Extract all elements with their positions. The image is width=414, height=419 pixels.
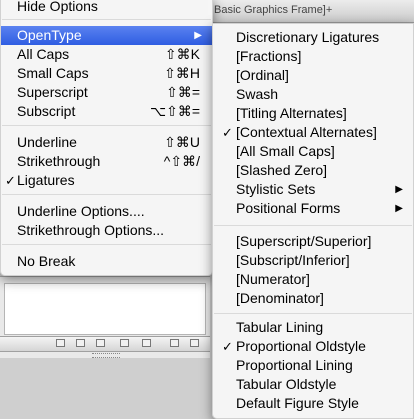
checkmark-icon: ✓ xyxy=(222,339,233,354)
panel-list-area xyxy=(4,283,206,335)
menu-item-label: [Fractions] xyxy=(236,48,302,64)
menu-item-label: Tabular Lining xyxy=(236,319,324,335)
menu-item-label: Hide Options xyxy=(17,0,98,14)
menu-item-positional-forms[interactable]: Positional Forms ▶ xyxy=(213,199,413,218)
panel-lower-area xyxy=(0,358,210,419)
menu-item-label: Discretionary Ligatures xyxy=(236,29,380,45)
menu-item-superscript-superior[interactable]: [Superscript/Superior] xyxy=(213,232,413,251)
menu-separator xyxy=(2,244,211,245)
menu-item-opentype[interactable]: OpenType ▶ xyxy=(1,26,212,45)
menu-item-discretionary-ligatures[interactable]: Discretionary Ligatures xyxy=(213,28,413,47)
menu-item-label: Ligatures xyxy=(17,172,75,188)
menu-item-proportional-lining[interactable]: Proportional Lining xyxy=(213,356,413,375)
menu-separator xyxy=(2,194,211,195)
menu-item-label: [Numerator] xyxy=(236,271,310,287)
menu-item-label: [Subscript/Inferior] xyxy=(236,252,350,268)
menu-item-label: Strikethrough xyxy=(17,153,101,169)
document-title: Basic Graphics Frame]+ xyxy=(214,4,333,16)
menu-item-label: [Titling Alternates] xyxy=(236,105,347,121)
menu-item-label: Swash xyxy=(236,86,279,102)
menu-item-label: Proportional Oldstyle xyxy=(236,338,366,354)
menu-item-subscript-inferior[interactable]: [Subscript/Inferior] xyxy=(213,251,413,270)
keyboard-shortcut: ⇧⌘K xyxy=(164,46,200,62)
checkmark-icon: ✓ xyxy=(222,125,233,140)
menu-item-label: Stylistic Sets xyxy=(236,181,316,197)
menu-item-denominator[interactable]: [Denominator] xyxy=(213,289,413,308)
menu-item-label: [Ordinal] xyxy=(236,67,289,83)
keyboard-shortcut: ⇧⌘H xyxy=(164,65,200,81)
menu-item-underline-options[interactable]: Underline Options.... xyxy=(1,202,212,221)
menu-item-label: [Slashed Zero] xyxy=(236,162,328,178)
menu-item-label: Strikethrough Options... xyxy=(17,222,165,238)
menu-item-label: Superscript xyxy=(17,84,88,100)
menu-separator xyxy=(2,125,211,126)
keyboard-shortcut: ^⇧⌘/ xyxy=(163,153,200,169)
checkmark-icon: ✓ xyxy=(5,173,16,188)
menu-item-all-caps[interactable]: All Caps ⇧⌘K xyxy=(1,45,212,64)
menu-item-subscript[interactable]: Subscript ⌥⇧⌘= xyxy=(1,102,212,121)
menu-item-label: [All Small Caps] xyxy=(236,143,335,159)
menu-item-swash[interactable]: Swash xyxy=(213,85,413,104)
menu-item-tabular-lining[interactable]: Tabular Lining xyxy=(213,318,413,337)
menu-item-label: Default Figure Style xyxy=(236,395,359,411)
menu-separator xyxy=(214,313,412,314)
menu-item-label: [Denominator] xyxy=(236,290,324,306)
menu-separator xyxy=(2,19,211,20)
menu-item-small-caps[interactable]: Small Caps ⇧⌘H xyxy=(1,64,212,83)
menu-item-label: Positional Forms xyxy=(236,200,341,216)
keyboard-shortcut: ⇧⌘U xyxy=(164,134,200,150)
menu-item-contextual-alternates[interactable]: ✓ [Contextual Alternates] xyxy=(213,123,413,142)
menu-item-hide-options[interactable]: Hide Options xyxy=(1,0,212,16)
menu-item-proportional-oldstyle[interactable]: ✓ Proportional Oldstyle xyxy=(213,337,413,356)
menu-item-label: Proportional Lining xyxy=(236,357,353,373)
menu-item-stylistic-sets[interactable]: Stylistic Sets ▶ xyxy=(213,180,413,199)
menu-item-strikethrough[interactable]: Strikethrough ^⇧⌘/ xyxy=(1,152,212,171)
menu-item-ligatures[interactable]: ✓ Ligatures xyxy=(1,171,212,190)
new-folder-icon[interactable] xyxy=(56,339,65,347)
options-icon[interactable] xyxy=(190,339,199,347)
menu-item-default-figure-style[interactable]: Default Figure Style xyxy=(213,394,413,413)
submenu-arrow-icon: ▶ xyxy=(395,184,403,195)
opentype-submenu: Discretionary Ligatures [Fractions] [Ord… xyxy=(212,23,414,419)
menu-item-strikethrough-options[interactable]: Strikethrough Options... xyxy=(1,221,212,240)
character-options-menu: Hide Options OpenType ▶ All Caps ⇧⌘K Sma… xyxy=(0,0,213,276)
menu-item-underline[interactable]: Underline ⇧⌘U xyxy=(1,133,212,152)
menu-item-label: Subscript xyxy=(17,103,76,119)
menu-item-no-break[interactable]: No Break xyxy=(1,252,212,271)
trash-icon[interactable] xyxy=(170,339,179,347)
menu-item-titling-alternates[interactable]: [Titling Alternates] xyxy=(213,104,413,123)
keyboard-shortcut: ⌥⇧⌘= xyxy=(149,103,200,119)
menu-item-label: [Superscript/Superior] xyxy=(236,233,372,249)
menu-item-tabular-oldstyle[interactable]: Tabular Oldstyle xyxy=(213,375,413,394)
menu-item-fractions[interactable]: [Fractions] xyxy=(213,47,413,66)
menu-item-label: Tabular Oldstyle xyxy=(236,376,337,392)
submenu-arrow-icon: ▶ xyxy=(395,203,403,214)
menu-item-label: Underline xyxy=(17,134,77,150)
keyboard-shortcut: ⇧⌘= xyxy=(166,84,200,100)
menu-item-label: All Caps xyxy=(17,46,70,62)
menu-item-slashed-zero[interactable]: [Slashed Zero] xyxy=(213,161,413,180)
menu-item-label: Underline Options.... xyxy=(17,203,145,219)
grid-icon[interactable] xyxy=(96,339,105,347)
load-icon[interactable] xyxy=(76,339,85,347)
menu-item-label: OpenType xyxy=(17,27,82,43)
new-item-icon[interactable] xyxy=(120,339,129,347)
menu-separator xyxy=(214,225,412,226)
menu-item-label: [Contextual Alternates] xyxy=(236,124,377,140)
menu-item-numerator[interactable]: [Numerator] xyxy=(213,270,413,289)
menu-item-all-small-caps[interactable]: [All Small Caps] xyxy=(213,142,413,161)
menu-item-superscript[interactable]: Superscript ⇧⌘= xyxy=(1,83,212,102)
submenu-arrow-icon: ▶ xyxy=(194,30,202,41)
menu-item-label: Small Caps xyxy=(17,65,89,81)
menu-item-label: No Break xyxy=(17,253,76,269)
new-style-icon[interactable] xyxy=(142,339,151,347)
menu-item-ordinal[interactable]: [Ordinal] xyxy=(213,66,413,85)
